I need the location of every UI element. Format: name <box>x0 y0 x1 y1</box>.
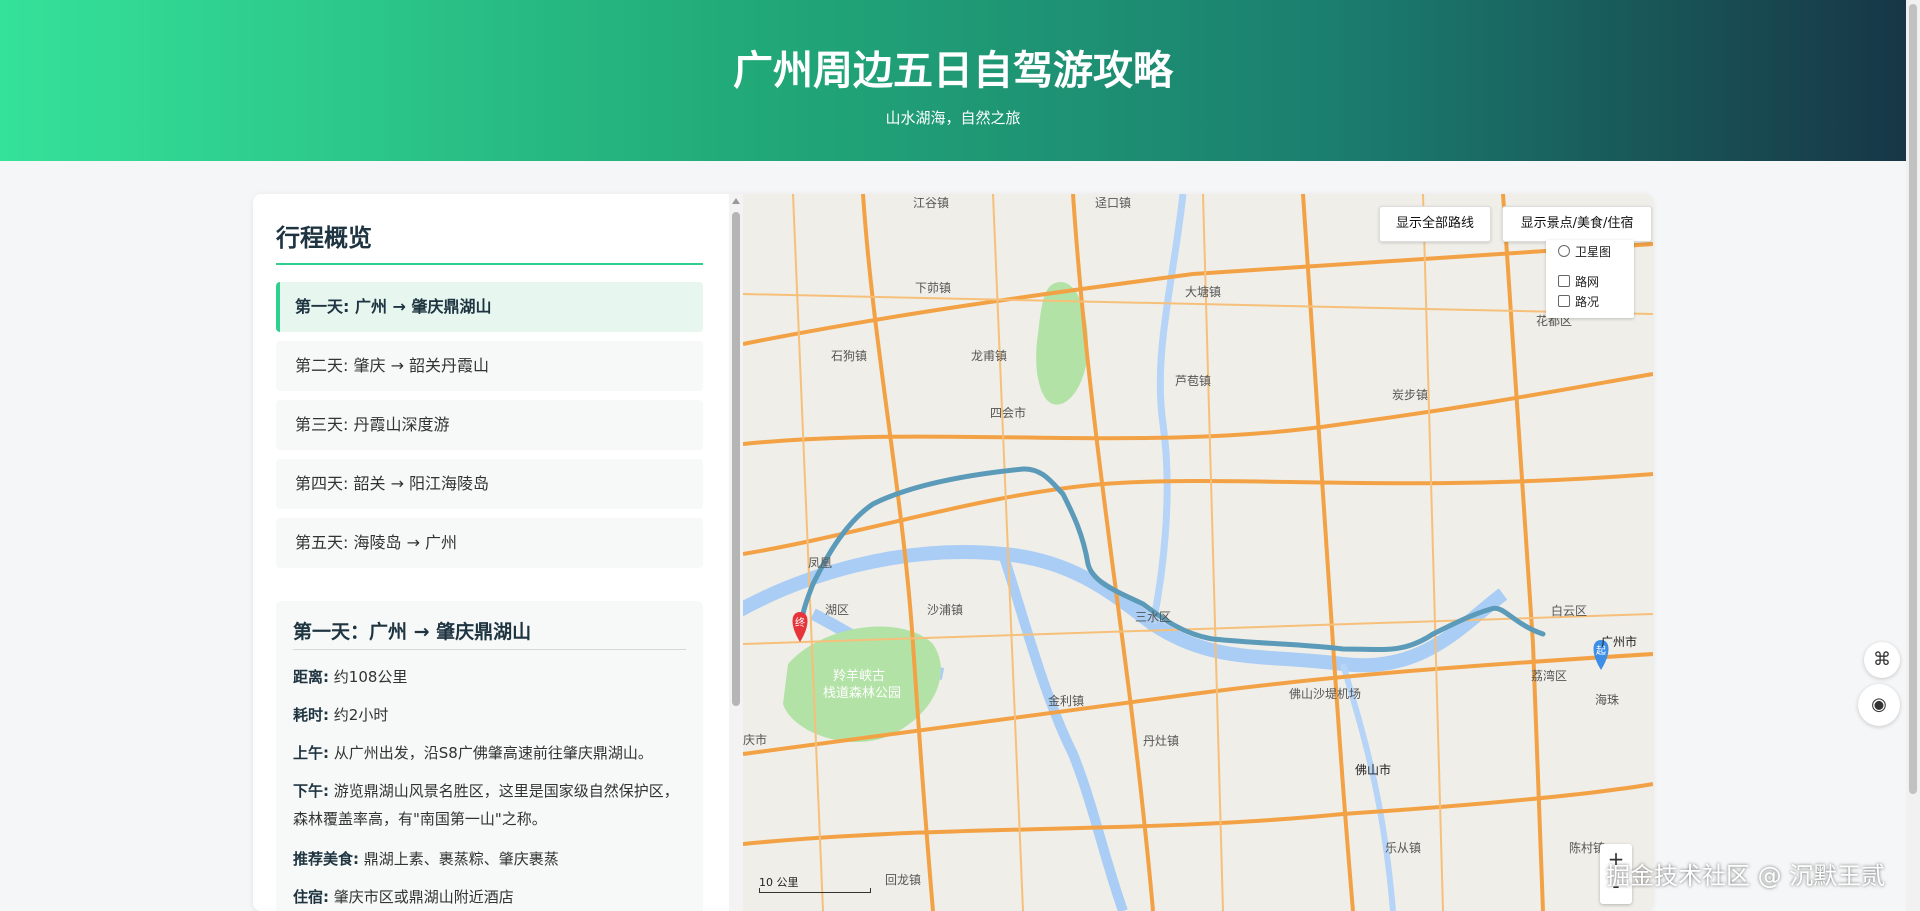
grid-icon[interactable]: ⌘ <box>1864 642 1900 678</box>
map-label: 凤凰 <box>808 556 832 570</box>
map-label: 佛山沙堤机场 <box>1289 687 1361 701</box>
map-label: 回龙镇 <box>885 873 921 887</box>
afternoon-row: 下午: 游览鼎湖山风景名胜区，这里是国家级自然保护区，森林覆盖率高，有"南国第一… <box>293 777 693 833</box>
map-label: 大塘镇 <box>1185 284 1221 299</box>
layer-roads[interactable]: 路网 <box>1558 273 1599 291</box>
stay-label: 住宿: <box>293 888 329 906</box>
map-label: 广州市 <box>1601 634 1637 649</box>
map-label: 荔湾区 <box>1531 668 1567 683</box>
checkbox-icon <box>1558 295 1570 307</box>
map-label: 佛山市 <box>1355 762 1391 777</box>
map-label: 丹灶镇 <box>1143 734 1179 748</box>
duration-row: 耗时: 约2小时 <box>293 701 693 729</box>
stay-row: 住宿: 肇庆市区或鼎湖山附近酒店 <box>293 883 693 911</box>
show-poi-button[interactable]: 显示景点/美食/住宿 <box>1502 206 1652 242</box>
afternoon-value: 游览鼎湖山风景名胜区，这里是国家级自然保护区，森林覆盖率高，有"南国第一山"之称… <box>293 782 679 828</box>
map-label: 海珠 <box>1595 692 1619 707</box>
food-row: 推荐美食: 鼎湖上素、裹蒸粽、肇庆裹蒸 <box>293 845 693 873</box>
itinerary-card: 行程概览 第一天: 广州 → 肇庆鼎湖山 第二天: 肇庆 → 韶关丹霞山 第三天… <box>253 194 1653 911</box>
show-routes-button[interactable]: 显示全部路线 <box>1379 206 1491 242</box>
food-label: 推荐美食: <box>293 850 359 868</box>
day-tab-3[interactable]: 第三天: 丹霞山深度游 <box>276 400 703 450</box>
distance-row: 距离: 约108公里 <box>293 663 693 691</box>
map-label: 石狗镇 <box>831 349 867 363</box>
map-label: 龙甫镇 <box>971 349 1007 363</box>
food-value: 鼎湖上素、裹蒸粽、肇庆裹蒸 <box>363 850 559 868</box>
layer-switcher: 卫星图 路网 路况 <box>1546 240 1634 318</box>
scale-bar <box>759 888 871 893</box>
map-label: 江谷镇 <box>913 196 949 210</box>
assistant-icon[interactable]: ◉ <box>1858 684 1900 726</box>
morning-label: 上午: <box>293 744 329 762</box>
page-subtitle: 山水湖海，自然之旅 <box>885 109 1021 127</box>
layer-roads-label: 路网 <box>1575 275 1600 289</box>
duration-label: 耗时: <box>293 706 329 724</box>
distance-label: 距离: <box>293 668 329 686</box>
layer-satellite[interactable]: 卫星图 <box>1558 243 1611 261</box>
scroll-up-icon[interactable] <box>732 198 740 204</box>
afternoon-label: 下午: <box>293 782 329 800</box>
map-label: 四会市 <box>990 405 1026 420</box>
day-tab-4[interactable]: 第四天: 韶关 → 阳江海陵岛 <box>276 459 703 509</box>
stay-value: 肇庆市区或鼎湖山附近酒店 <box>333 888 514 906</box>
map-label: 栈道森林公园 <box>823 686 901 701</box>
end-marker-label: 终 <box>795 616 805 629</box>
map-label: 湖区 <box>825 602 849 617</box>
layer-traffic-label: 路况 <box>1575 295 1600 309</box>
page-scroll-thumb[interactable] <box>1909 4 1917 794</box>
map-label: 庆市 <box>743 732 767 747</box>
page-header: 广州周边五日自驾游攻略 山水湖海，自然之旅 <box>0 0 1906 161</box>
day-tab-2[interactable]: 第二天: 肇庆 → 韶关丹霞山 <box>276 341 703 391</box>
map-label: 下茆镇 <box>915 281 951 295</box>
panel-scroll-thumb[interactable] <box>732 212 740 706</box>
distance-value: 约108公里 <box>333 668 408 686</box>
map-label: 白云区 <box>1551 603 1587 618</box>
page-scrollbar[interactable] <box>1906 0 1920 911</box>
map-label: 乐从镇 <box>1385 841 1421 855</box>
map-canvas[interactable]: 终 起 江谷镇 迳口镇 下茆镇 大塘镇 石狗镇 龙甫镇 芦苞镇 花都区 四会市 … <box>743 194 1653 911</box>
day-detail: 第一天：广州 → 肇庆鼎湖山 距离: 约108公里 耗时: 约2小时 上午: 从… <box>276 601 703 911</box>
overview-panel: 行程概览 第一天: 广州 → 肇庆鼎湖山 第二天: 肇庆 → 韶关丹霞山 第三天… <box>253 194 743 911</box>
watermark: 掘金技术社区 @ 沉默王贰 <box>1606 862 1886 890</box>
map-label: 炭步镇 <box>1392 388 1428 402</box>
detail-divider <box>293 649 686 650</box>
day-tab-1[interactable]: 第一天: 广州 → 肇庆鼎湖山 <box>276 282 703 332</box>
checkbox-icon <box>1558 275 1570 287</box>
layer-satellite-label: 卫星图 <box>1575 245 1612 259</box>
morning-row: 上午: 从广州出发，沿S8广佛肇高速前往肇庆鼎湖山。 <box>293 739 693 767</box>
duration-value: 约2小时 <box>333 706 389 724</box>
panel-scrollbar[interactable] <box>729 194 743 911</box>
morning-value: 从广州出发，沿S8广佛肇高速前往肇庆鼎湖山。 <box>333 744 653 762</box>
map-label: 三水区 <box>1135 610 1171 624</box>
overview-title: 行程概览 <box>276 224 372 252</box>
page-title: 广州周边五日自驾游攻略 <box>733 48 1173 94</box>
radio-icon <box>1558 245 1570 257</box>
map-label: 迳口镇 <box>1095 196 1131 210</box>
map-label: 羚羊峡古 <box>833 668 885 684</box>
map-land <box>743 194 1653 911</box>
detail-title: 第一天：广州 → 肇庆鼎湖山 <box>293 621 532 643</box>
map-view[interactable]: 终 起 江谷镇 迳口镇 下茆镇 大塘镇 石狗镇 龙甫镇 芦苞镇 花都区 四会市 … <box>743 194 1653 911</box>
day-tab-5[interactable]: 第五天: 海陵岛 → 广州 <box>276 518 703 568</box>
map-label: 芦苞镇 <box>1175 374 1211 388</box>
map-label: 沙浦镇 <box>927 603 963 617</box>
layer-traffic[interactable]: 路况 <box>1558 293 1599 311</box>
title-underline <box>276 263 703 265</box>
map-label: 金利镇 <box>1048 693 1084 708</box>
